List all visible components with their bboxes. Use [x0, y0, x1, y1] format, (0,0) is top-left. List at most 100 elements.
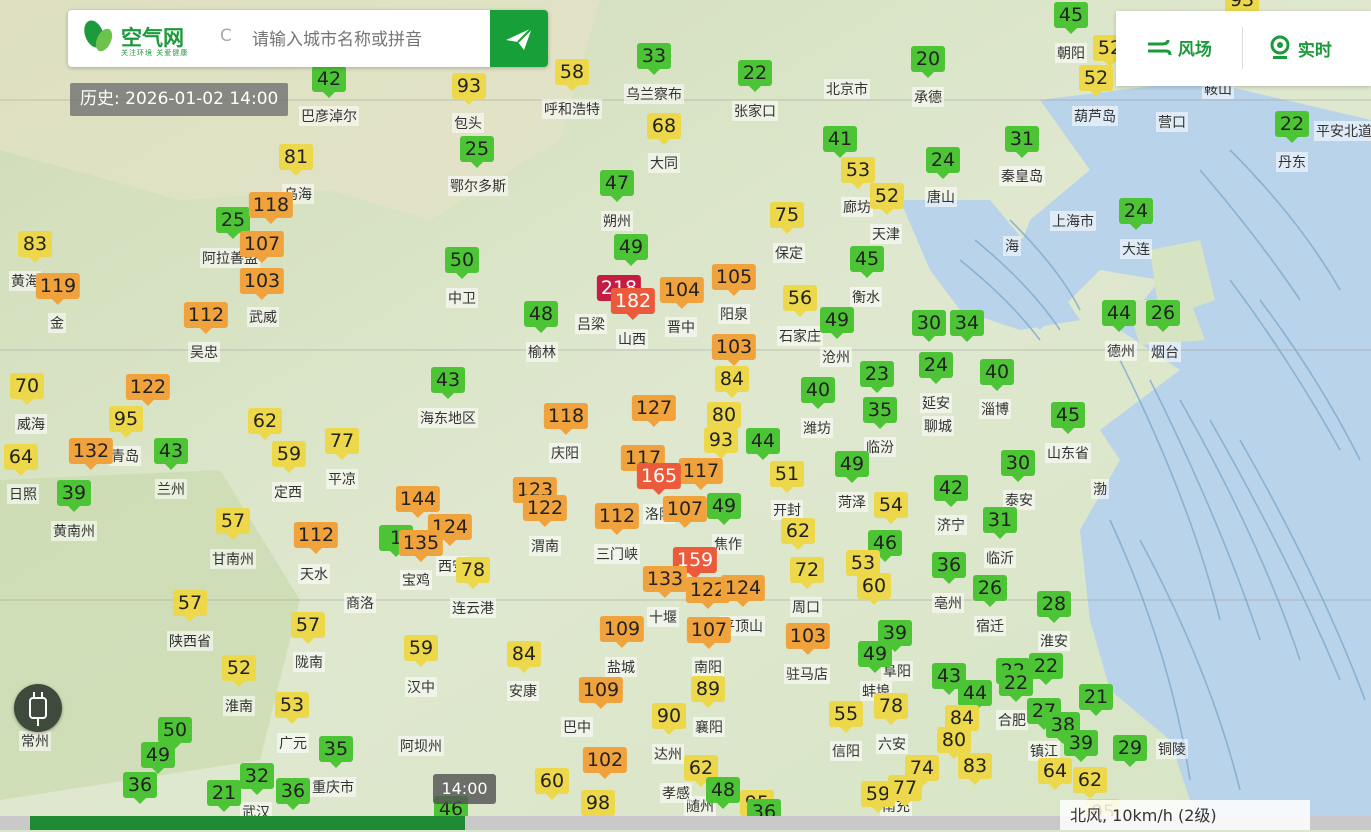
aqi-marker[interactable]: 24 — [926, 147, 960, 179]
aqi-marker[interactable]: 53 — [275, 692, 309, 724]
aqi-marker[interactable]: 47 — [600, 170, 634, 202]
aqi-marker[interactable]: 64 — [4, 444, 38, 476]
aqi-marker[interactable]: 34 — [950, 310, 984, 342]
aqi-marker[interactable]: 20 — [911, 46, 945, 78]
aqi-marker[interactable]: 44 — [746, 428, 780, 460]
aqi-marker[interactable]: 22 — [738, 60, 772, 92]
aqi-marker[interactable]: 26 — [973, 575, 1007, 607]
aqi-marker[interactable]: 64 — [1038, 758, 1072, 790]
aqi-marker[interactable]: 50 — [158, 717, 192, 749]
aqi-marker[interactable]: 93 — [704, 427, 738, 459]
aqi-marker[interactable]: 84 — [507, 641, 541, 673]
aqi-marker[interactable]: 31 — [983, 507, 1017, 539]
aqi-marker[interactable]: 112 — [293, 522, 339, 554]
aqi-marker[interactable]: 60 — [535, 768, 569, 800]
aqi-marker[interactable]: 24 — [1119, 198, 1153, 230]
aqi-marker[interactable]: 72 — [790, 557, 824, 589]
aqi-marker[interactable]: 119 — [35, 273, 81, 305]
aqi-marker[interactable]: 80 — [937, 727, 971, 759]
aqi-marker[interactable]: 57 — [173, 590, 207, 622]
aqi-marker[interactable]: 44 — [1102, 300, 1136, 332]
plug-button[interactable] — [14, 684, 62, 732]
aqi-marker[interactable]: 23 — [860, 361, 894, 393]
aqi-marker[interactable]: 103 — [711, 334, 757, 366]
aqi-marker[interactable]: 105 — [711, 264, 757, 296]
aqi-marker[interactable]: 22 — [999, 670, 1033, 702]
aqi-marker[interactable]: 36 — [123, 772, 157, 804]
aqi-marker[interactable]: 90 — [652, 703, 686, 735]
aqi-marker[interactable]: 81 — [279, 144, 313, 176]
aqi-marker[interactable]: 56 — [783, 285, 817, 317]
aqi-marker[interactable]: 39 — [1064, 730, 1098, 762]
aqi-marker[interactable]: 83 — [958, 753, 992, 785]
aqi-marker[interactable]: 102 — [582, 747, 628, 779]
aqi-marker[interactable]: 42 — [312, 66, 346, 98]
aqi-marker[interactable]: 21 — [207, 780, 241, 812]
aqi-marker[interactable]: 42 — [934, 475, 968, 507]
aqi-marker[interactable]: 58 — [555, 59, 589, 91]
aqi-marker[interactable]: 25 — [216, 207, 250, 239]
aqi-marker[interactable]: 57 — [216, 508, 250, 540]
aqi-marker[interactable]: 49 — [707, 493, 741, 525]
realtime-button[interactable]: 实时 — [1268, 35, 1332, 61]
aqi-marker[interactable]: 118 — [248, 192, 294, 224]
aqi-marker[interactable]: 44 — [958, 680, 992, 712]
aqi-marker[interactable]: 50 — [445, 247, 479, 279]
aqi-marker[interactable]: 107 — [686, 617, 732, 649]
aqi-marker[interactable]: 78 — [456, 557, 490, 589]
aqi-marker[interactable]: 28 — [1037, 591, 1071, 623]
aqi-marker[interactable]: 26 — [1146, 300, 1180, 332]
aqi-marker[interactable]: 53 — [841, 157, 875, 189]
aqi-marker[interactable]: 48 — [706, 777, 740, 809]
aqi-marker[interactable]: 40 — [980, 359, 1014, 391]
aqi-marker[interactable]: 109 — [578, 677, 624, 709]
aqi-marker[interactable]: 103 — [239, 268, 285, 300]
aqi-marker[interactable]: 62 — [781, 518, 815, 550]
aqi-marker[interactable]: 93 — [452, 73, 486, 105]
aqi-marker[interactable]: 75 — [770, 202, 804, 234]
aqi-marker[interactable]: 59 — [272, 441, 306, 473]
aqi-marker[interactable]: 77 — [888, 775, 922, 807]
aqi-marker[interactable]: 118 — [543, 403, 589, 435]
aqi-marker[interactable]: 59 — [404, 635, 438, 667]
aqi-marker[interactable]: 95 — [109, 406, 143, 438]
aqi-marker[interactable]: 30 — [912, 310, 946, 342]
aqi-marker[interactable]: 127 — [631, 395, 677, 427]
aqi-marker[interactable]: 49 — [858, 641, 892, 673]
aqi-marker[interactable]: 45 — [1054, 2, 1088, 34]
aqi-marker[interactable]: 182 — [610, 288, 656, 320]
aqi-marker[interactable]: 98 — [581, 790, 615, 822]
aqi-marker[interactable]: 30 — [1001, 450, 1035, 482]
aqi-marker[interactable]: 52 — [870, 183, 904, 215]
aqi-marker[interactable]: 77 — [325, 428, 359, 460]
aqi-marker[interactable]: 49 — [614, 234, 648, 266]
aqi-marker[interactable]: 39 — [57, 480, 91, 512]
aqi-marker[interactable]: 107 — [662, 496, 708, 528]
aqi-marker[interactable]: 45 — [850, 246, 884, 278]
aqi-marker[interactable]: 24 — [919, 352, 953, 384]
aqi-marker[interactable]: 52 — [222, 655, 256, 687]
aqi-marker[interactable]: 124 — [720, 575, 766, 607]
aqi-marker[interactable]: 45 — [1051, 402, 1085, 434]
aqi-marker[interactable]: 54 — [874, 492, 908, 524]
aqi-marker[interactable]: 55 — [829, 701, 863, 733]
aqi-marker[interactable]: 68 — [647, 113, 681, 145]
aqi-marker[interactable]: 29 — [1113, 735, 1147, 767]
aqi-marker[interactable]: 36 — [932, 552, 966, 584]
aqi-marker[interactable]: 52 — [1079, 65, 1113, 97]
aqi-marker[interactable]: 70 — [10, 373, 44, 405]
aqi-marker[interactable]: 40 — [801, 377, 835, 409]
refresh-icon[interactable]: C — [220, 26, 232, 46]
aqi-marker[interactable]: 43 — [154, 438, 188, 470]
aqi-marker[interactable]: 133 — [642, 566, 688, 598]
aqi-marker[interactable]: 49 — [820, 307, 854, 339]
site-logo[interactable]: 空气网 关注环境 关爱健康 — [80, 18, 208, 58]
aqi-marker[interactable]: 83 — [18, 231, 52, 263]
aqi-marker[interactable]: 122 — [522, 495, 568, 527]
aqi-marker[interactable]: 41 — [823, 126, 857, 158]
aqi-marker[interactable]: 57 — [291, 612, 325, 644]
aqi-marker[interactable]: 22 — [1275, 111, 1309, 143]
city-search-input[interactable] — [250, 24, 484, 56]
search-submit-button[interactable] — [490, 10, 548, 67]
aqi-marker[interactable]: 21 — [1079, 684, 1113, 716]
